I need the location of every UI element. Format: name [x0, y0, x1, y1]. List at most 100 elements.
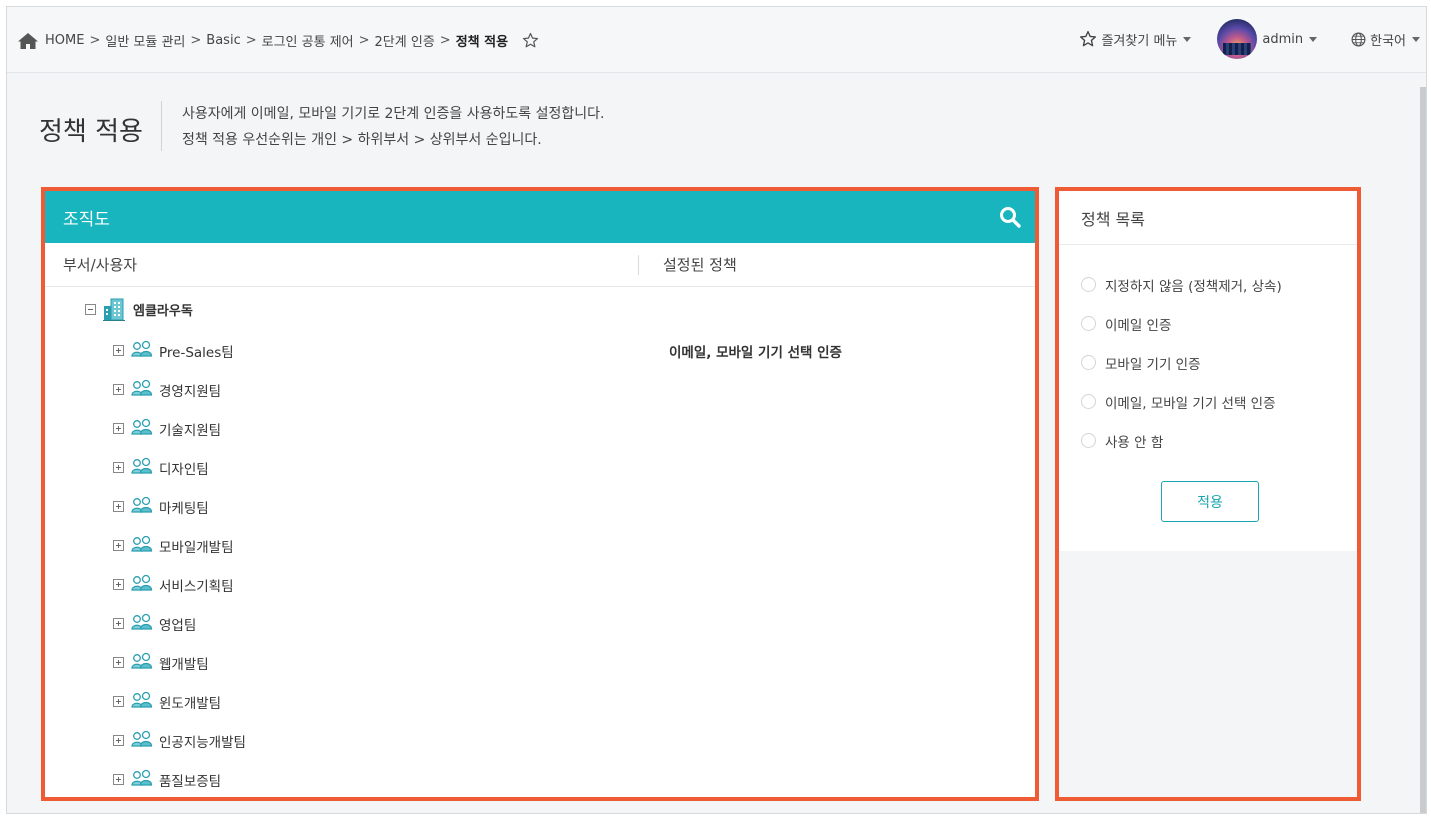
radio-button[interactable] — [1081, 394, 1096, 409]
tree-row[interactable]: 기술지원팀 — [45, 409, 1035, 448]
user-menu[interactable]: admin — [1217, 19, 1318, 59]
tree-row[interactable]: 품질보증팀 — [45, 760, 1035, 799]
expand-toggle-icon[interactable] — [113, 423, 124, 434]
tree-row[interactable]: 서비스기획팀 — [45, 565, 1035, 604]
breadcrumb-item-basic[interactable]: Basic — [206, 33, 240, 48]
language-label: 한국어 — [1370, 33, 1406, 49]
tree-row[interactable]: 영업팀 — [45, 604, 1035, 643]
top-right-menu: 즐겨찾기 메뉴 admin 한국어 — [1079, 17, 1426, 61]
expand-toggle-icon[interactable] — [113, 696, 124, 707]
apply-button[interactable]: 적용 — [1161, 481, 1259, 522]
policy-option-label: 사용 안 함 — [1105, 434, 1164, 451]
group-icon — [131, 652, 153, 674]
description-line-2: 정책 적용 우선순위는 개인 > 하위부서 > 상위부서 순입니다. — [181, 132, 542, 148]
tree-root-label: 엠클라우독 — [133, 303, 193, 319]
tree-root[interactable]: 엠클라우독 — [45, 287, 1035, 331]
tree-row[interactable]: 디자인팀 — [45, 448, 1035, 487]
policy-option-label: 지정하지 않음 (정책제거, 상속) — [1105, 278, 1282, 295]
tree-row[interactable]: 윈도개발팀 — [45, 682, 1035, 721]
page-header: 정책 적용 사용자에게 이메일, 모바일 기기로 2단계 인증을 사용하도록 설… — [39, 101, 604, 153]
policy-option-email[interactable]: 이메일 인증 — [1081, 304, 1357, 343]
group-icon — [131, 340, 153, 362]
tree-row[interactable]: 경영지원팀 — [45, 370, 1035, 409]
policy-option-email-or-mobile[interactable]: 이메일, 모바일 기기 선택 인증 — [1081, 382, 1357, 421]
column-header-dept: 부서/사용자 — [45, 254, 639, 275]
breadcrumb-item-general-module[interactable]: 일반 모듈 관리 — [105, 31, 185, 50]
chevron-down-icon — [1309, 36, 1318, 42]
group-icon — [131, 418, 153, 440]
radio-button[interactable] — [1081, 433, 1096, 448]
team-name: 웹개발팀 — [159, 656, 209, 673]
home-icon[interactable] — [17, 32, 39, 50]
tree-row[interactable]: 모바일개발팀 — [45, 526, 1035, 565]
group-icon — [131, 730, 153, 752]
team-name: 디자인팀 — [159, 461, 209, 478]
breadcrumb-item-login-control[interactable]: 로그인 공통 제어 — [262, 31, 354, 50]
tree-row[interactable]: 웹개발팀 — [45, 643, 1035, 682]
collapse-toggle-icon[interactable] — [85, 303, 96, 315]
tree-row[interactable]: 인공지능개발팀 — [45, 721, 1035, 760]
star-outline-icon[interactable] — [522, 32, 539, 49]
chevron-down-icon — [1412, 36, 1420, 42]
policy-option-label: 이메일, 모바일 기기 선택 인증 — [1105, 395, 1276, 412]
building-icon — [103, 298, 125, 321]
favorites-menu[interactable]: 즐겨찾기 메뉴 — [1079, 30, 1192, 49]
tree-row[interactable]: 마케팅팀 — [45, 487, 1035, 526]
favorites-star-icon — [1080, 30, 1097, 47]
chevron-down-icon — [1183, 36, 1192, 42]
expand-toggle-icon[interactable] — [113, 618, 124, 629]
org-chart-header: 조직도 — [45, 191, 1035, 243]
description-line-1: 사용자에게 이메일, 모바일 기기로 2단계 인증을 사용하도록 설정합니다. — [181, 106, 605, 122]
expand-toggle-icon[interactable] — [113, 774, 124, 785]
breadcrumb: HOME > 일반 모듈 관리 > Basic > 로그인 공통 제어 > 2단… — [17, 31, 539, 50]
policy-option-disabled[interactable]: 사용 안 함 — [1081, 421, 1357, 460]
tree-row[interactable]: Pre-Sales팀 이메일, 모바일 기기 선택 인증 — [45, 331, 1035, 370]
expand-toggle-icon[interactable] — [113, 657, 124, 668]
team-name: 마케팅팀 — [159, 500, 209, 517]
expand-toggle-icon[interactable] — [113, 735, 124, 746]
breadcrumb-separator: > — [89, 33, 101, 48]
expand-toggle-icon[interactable] — [113, 384, 124, 395]
page-scrollbar[interactable] — [1420, 87, 1426, 813]
top-bar: HOME > 일반 모듈 관리 > Basic > 로그인 공통 제어 > 2단… — [7, 7, 1426, 73]
app-frame: HOME > 일반 모듈 관리 > Basic > 로그인 공통 제어 > 2단… — [6, 6, 1427, 814]
team-name: Pre-Sales팀 — [159, 344, 234, 361]
policy-option-label: 이메일 인증 — [1105, 317, 1172, 334]
org-chart-panel: 조직도 부서/사용자 설정된 정책 엠클라우독 Pre-Sales팀 이메일, … — [41, 187, 1039, 801]
radio-button[interactable] — [1081, 277, 1096, 292]
team-name: 윈도개발팀 — [159, 695, 222, 712]
search-icon[interactable] — [999, 206, 1021, 228]
expand-toggle-icon[interactable] — [113, 345, 124, 356]
radio-button[interactable] — [1081, 316, 1096, 331]
breadcrumb-item-2fa[interactable]: 2단계 인증 — [375, 31, 435, 50]
breadcrumb-separator: > — [439, 33, 451, 48]
team-name: 영업팀 — [159, 617, 197, 634]
expand-toggle-icon[interactable] — [113, 579, 124, 590]
group-icon — [131, 457, 153, 479]
group-icon — [131, 379, 153, 401]
language-menu[interactable]: 한국어 — [1351, 30, 1420, 49]
breadcrumb-separator: > — [245, 33, 257, 48]
org-chart-title: 조직도 — [63, 209, 110, 230]
favorites-label: 즐겨찾기 메뉴 — [1101, 33, 1178, 49]
policy-option-mobile[interactable]: 모바일 기기 인증 — [1081, 343, 1357, 382]
breadcrumb-separator: > — [358, 33, 370, 48]
expand-toggle-icon[interactable] — [113, 501, 124, 512]
expand-toggle-icon[interactable] — [113, 462, 124, 473]
team-list: Pre-Sales팀 이메일, 모바일 기기 선택 인증경영지원팀기술지원팀디자인… — [45, 331, 1035, 799]
policy-list-body: 정책 목록 지정하지 않음 (정책제거, 상속) 이메일 인증 모바일 기기 인… — [1059, 191, 1357, 551]
expand-toggle-icon[interactable] — [113, 540, 124, 551]
breadcrumb-item-home[interactable]: HOME — [45, 33, 84, 48]
avatar — [1217, 19, 1258, 59]
radio-button[interactable] — [1081, 355, 1096, 370]
globe-icon — [1351, 32, 1366, 46]
policy-option-inherit[interactable]: 지정하지 않음 (정책제거, 상속) — [1081, 265, 1357, 304]
group-icon — [131, 769, 153, 791]
team-name: 인공지능개발팀 — [159, 734, 246, 751]
breadcrumb-separator: > — [190, 33, 202, 48]
group-icon — [131, 691, 153, 713]
breadcrumb-current: 정책 적용 — [455, 35, 509, 50]
team-name: 경영지원팀 — [159, 383, 222, 400]
team-name: 기술지원팀 — [159, 422, 222, 439]
group-icon — [131, 496, 153, 518]
